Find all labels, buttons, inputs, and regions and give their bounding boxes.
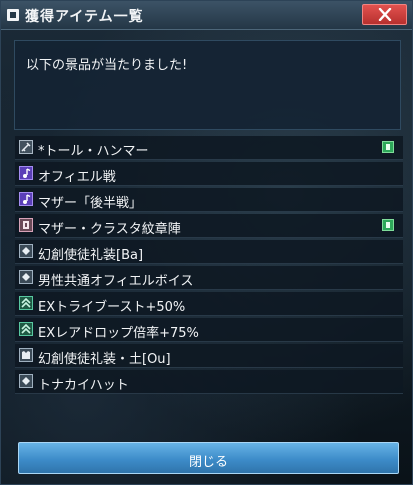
window-menu-icon [7, 9, 19, 21]
item-label: 幻創使徒礼装[Ba] [38, 248, 144, 263]
close-button-label: 閉じる [188, 455, 228, 470]
boost-arrow-icon [19, 296, 33, 310]
close-x-icon [378, 8, 392, 21]
weapon-icon [19, 140, 33, 154]
list-item[interactable]: EXトライブースト+50% [15, 292, 403, 316]
item-label: マザー・クラスタ紋章陣 [38, 222, 181, 237]
window-close-button[interactable] [362, 4, 407, 25]
list-item[interactable]: 男性共通オフィエルボイス [15, 266, 403, 290]
list-item[interactable]: マザー・クラスタ紋章陣 [15, 214, 403, 238]
window-title: 獲得アイテム一覧 [25, 9, 144, 25]
list-item[interactable]: *トール・ハンマー [15, 136, 403, 160]
item-list-window: 獲得アイテム一覧 以下の景品が当たりました! *トール・ハンマー オフィエル戦 [0, 0, 413, 485]
item-label: マザー「後半戦」 [38, 196, 143, 211]
prize-message: 以下の景品が当たりました! [26, 58, 188, 73]
item-list: *トール・ハンマー オフィエル戦 マザー「後半戦」 マザー・クラスタ紋章陣 幻創… [15, 136, 403, 396]
ticket-icon [19, 244, 33, 258]
list-item[interactable]: トナカイハット [15, 370, 403, 394]
list-item[interactable]: 幻創使徒礼装[Ba] [15, 240, 403, 264]
list-item[interactable]: オフィエル戦 [15, 162, 403, 186]
item-label: 幻創使徒礼装・土[Ou] [38, 352, 171, 367]
item-label: *トール・ハンマー [38, 144, 149, 159]
costume-icon [19, 348, 33, 362]
close-button[interactable]: 閉じる [18, 442, 399, 474]
window-titlebar[interactable]: 獲得アイテム一覧 [1, 1, 412, 30]
message-panel: 以下の景品が当たりました! [14, 40, 401, 130]
list-item[interactable]: EXレアドロップ倍率+75% [15, 318, 403, 342]
item-label: オフィエル戦 [38, 170, 116, 185]
item-label: 男性共通オフィエルボイス [38, 274, 194, 289]
ticket-icon [19, 270, 33, 284]
item-label: トナカイハット [38, 378, 129, 393]
list-item[interactable]: 幻創使徒礼装・土[Ou] [15, 344, 403, 368]
music-note-icon [19, 192, 33, 206]
item-label: EXレアドロップ倍率+75% [38, 326, 199, 341]
boost-arrow-icon [19, 322, 33, 336]
lock-icon [382, 219, 394, 231]
music-note-icon [19, 166, 33, 180]
list-item[interactable]: マザー「後半戦」 [15, 188, 403, 212]
lock-icon [382, 141, 394, 153]
ticket-icon [19, 374, 33, 388]
wall-decoration-icon [19, 218, 33, 232]
item-label: EXトライブースト+50% [38, 300, 186, 315]
